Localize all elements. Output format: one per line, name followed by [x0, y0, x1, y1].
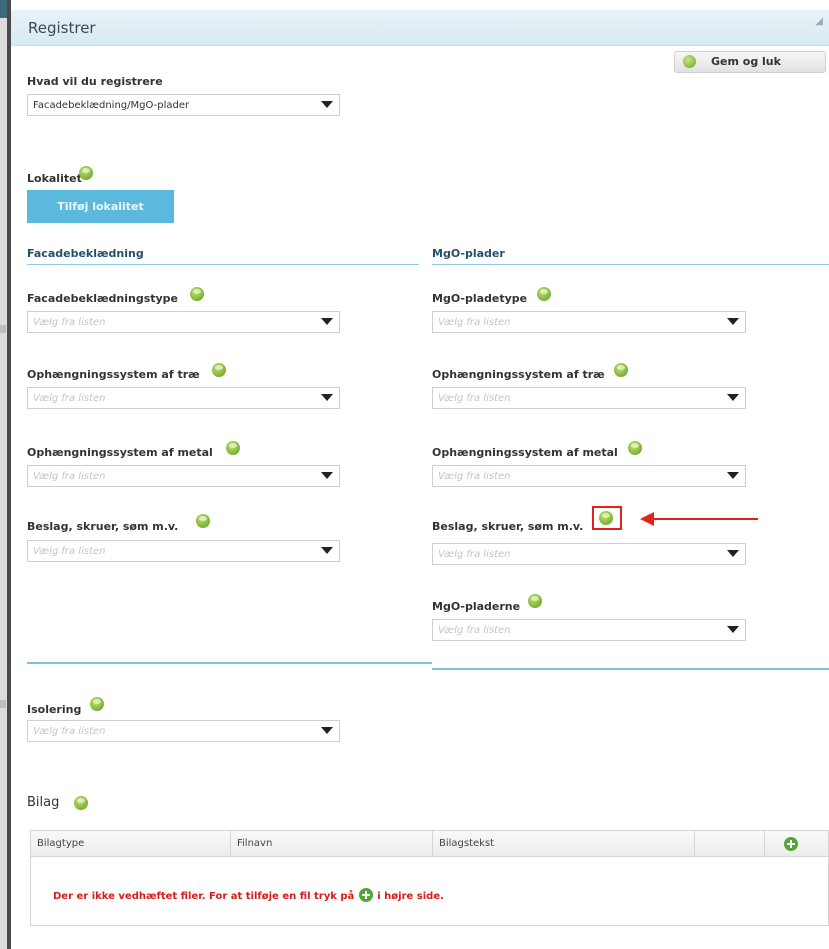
facade-section-heading: Facadebeklædning — [27, 247, 144, 260]
chevron-down-icon — [727, 318, 739, 325]
annotation-arrow-line — [652, 518, 758, 520]
mgo-section-heading: MgO-plader — [432, 247, 505, 260]
register-type-value: Facadebeklædning/MgO-plader — [33, 100, 190, 111]
chevron-down-icon — [321, 101, 333, 108]
dialog-title: Registrer — [28, 19, 96, 37]
help-icon[interactable] — [190, 287, 204, 301]
select-placeholder: Vælg fra listen — [33, 726, 106, 737]
facade-metal-system-select[interactable]: Vælg fra listen — [27, 465, 340, 487]
section-divider — [27, 264, 419, 265]
help-icon[interactable] — [90, 697, 104, 711]
insulation-label: Isolering — [27, 703, 82, 716]
facade-wood-system-select[interactable]: Vælg fra listen — [27, 387, 340, 409]
chevron-down-icon — [727, 472, 739, 479]
save-and-close-label: Gem og luk — [711, 55, 781, 68]
mgo-type-select[interactable]: Vælg fra listen — [432, 311, 746, 333]
chevron-down-icon — [321, 472, 333, 479]
checkmark-icon — [683, 55, 696, 68]
mgo-type-label: MgO-pladetype — [432, 292, 528, 305]
scroll-marker — [0, 325, 6, 333]
select-placeholder: Vælg fra listen — [438, 549, 511, 560]
help-icon[interactable] — [537, 287, 551, 301]
help-icon[interactable] — [628, 441, 642, 455]
select-placeholder: Vælg fra listen — [33, 546, 106, 557]
left-edge-accent — [7, 0, 11, 949]
chevron-down-icon — [321, 727, 333, 734]
dialog-titlebar: Registrer ◢ — [11, 10, 829, 46]
mgo-wood-system-select[interactable]: Vælg fra listen — [432, 387, 746, 409]
mgo-wood-system-label: Ophængningssystem af træ — [432, 368, 605, 381]
add-file-inline-icon — [358, 888, 373, 902]
mgo-boards-select[interactable]: Vælg fra listen — [432, 619, 746, 641]
left-edge — [0, 0, 11, 949]
locality-label: Lokalitet — [27, 172, 82, 185]
empty-attachments-message: Der er ikke vedhæftet filer. For at tilf… — [53, 888, 444, 902]
chevron-down-icon — [321, 547, 333, 554]
section-divider — [432, 668, 829, 670]
help-icon[interactable] — [212, 363, 226, 377]
attachments-table: Bilagtype Filnavn Bilagstekst Der er ikk… — [30, 830, 829, 926]
scroll-marker — [0, 700, 6, 708]
add-locality-button[interactable]: Tilføj lokalitet — [27, 190, 174, 223]
select-placeholder: Vælg fra listen — [438, 317, 511, 328]
section-divider — [432, 264, 829, 265]
attachments-table-header: Bilagtype Filnavn Bilagstekst — [31, 831, 828, 857]
section-divider — [27, 662, 432, 664]
mgo-metal-system-label: Ophængningssystem af metal — [432, 446, 618, 459]
help-icon[interactable] — [528, 594, 542, 608]
help-icon[interactable] — [196, 514, 210, 528]
register-type-select[interactable]: Facadebeklædning/MgO-plader — [27, 94, 340, 116]
mgo-fittings-select[interactable]: Vælg fra listen — [432, 543, 746, 565]
mgo-boards-label: MgO-pladerne — [432, 600, 521, 613]
facade-fittings-select[interactable]: Vælg fra listen — [27, 540, 340, 562]
chevron-down-icon — [727, 550, 739, 557]
empty-message-text-end: i højre side. — [377, 891, 444, 902]
facade-fittings-label: Beslag, skruer, søm m.v. — [27, 520, 179, 533]
save-and-close-button[interactable]: Gem og luk — [674, 51, 826, 73]
chevron-down-icon — [321, 318, 333, 325]
facade-type-select[interactable]: Vælg fra listen — [27, 311, 340, 333]
column-header-type: Bilagtype — [31, 831, 231, 856]
chevron-down-icon — [727, 394, 739, 401]
select-placeholder: Vælg fra listen — [33, 317, 106, 328]
mgo-metal-system-select[interactable]: Vælg fra listen — [432, 465, 746, 487]
select-placeholder: Vælg fra listen — [438, 393, 511, 404]
select-placeholder: Vælg fra listen — [33, 393, 106, 404]
help-icon[interactable] — [614, 363, 628, 377]
facade-metal-system-label: Ophængningssystem af metal — [27, 446, 213, 459]
help-icon[interactable] — [74, 796, 88, 810]
select-placeholder: Vælg fra listen — [438, 625, 511, 636]
column-header-text: Bilagstekst — [433, 831, 695, 856]
facade-type-label: Facadebeklædningstype — [27, 292, 179, 305]
facade-wood-system-label: Ophængningssystem af træ — [27, 368, 200, 381]
register-type-label: Hvad vil du registrere — [27, 75, 163, 88]
chevron-down-icon — [727, 626, 739, 633]
annotation-highlight-box — [592, 506, 622, 530]
empty-message-text: Der er ikke vedhæftet filer. For at tilf… — [53, 891, 355, 902]
insulation-select[interactable]: Vælg fra listen — [27, 720, 340, 742]
mgo-fittings-label: Beslag, skruer, søm m.v. — [432, 520, 584, 533]
select-placeholder: Vælg fra listen — [33, 471, 106, 482]
attachments-label: Bilag — [27, 795, 60, 810]
help-icon[interactable] — [79, 166, 93, 180]
add-file-icon[interactable] — [784, 837, 798, 851]
chevron-down-icon — [321, 394, 333, 401]
select-placeholder: Vælg fra listen — [438, 471, 511, 482]
resize-grip-icon[interactable]: ◢ — [815, 16, 823, 27]
help-icon[interactable] — [226, 441, 240, 455]
column-header-spacer — [695, 831, 765, 856]
column-header-filename: Filnavn — [231, 831, 433, 856]
